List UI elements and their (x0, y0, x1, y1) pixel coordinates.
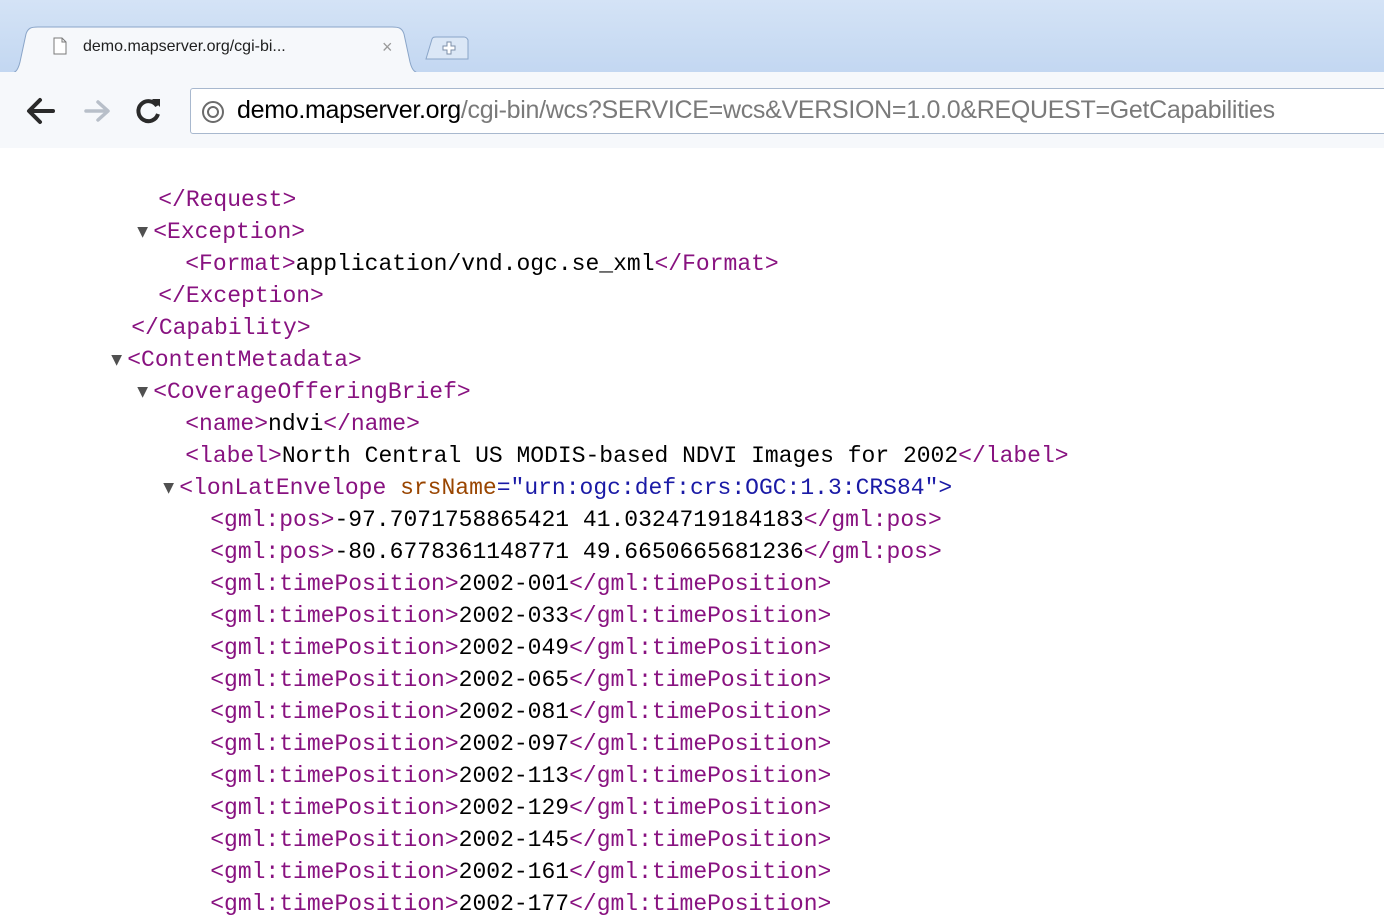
xml-line: ▼ <CoverageOfferingBrief> (82, 344, 470, 405)
xml-line: <gml:timePosition>2002-001</gml:timePosi… (155, 536, 831, 597)
xml-line: <gml:pos>-80.6778361148771 49.6650665681… (155, 504, 942, 565)
xml-line: <gml:timePosition>2002-193</gml:timePosi… (155, 888, 831, 915)
xml-line: </Capability> (76, 280, 310, 341)
xml-line: ▼ <ContentMetadata> (56, 312, 362, 373)
xml-line: <gml:timePosition>2002-177</gml:timePosi… (155, 856, 831, 915)
reload-icon[interactable] (132, 94, 164, 126)
page-icon (53, 37, 67, 55)
xml-line: ▼ <Exception> (82, 184, 305, 245)
xml-tag: </Format> (654, 251, 779, 277)
site-info-icon[interactable] (201, 100, 225, 124)
xml-line: <gml:timePosition>2002-065</gml:timePosi… (155, 632, 831, 693)
url-path: /cgi-bin/wcs?SERVICE=wcs&VERSION=1.0.0&R… (460, 96, 1275, 124)
address-bar[interactable]: demo.mapserver.org/cgi-bin/wcs?SERVICE=w… (190, 88, 1384, 134)
xml-tree-view: </Request> ▼ <Exception> <Format>applicat… (0, 148, 1384, 915)
back-arrow-icon[interactable] (26, 96, 56, 126)
xml-line: <gml:timePosition>2002-145</gml:timePosi… (155, 792, 831, 853)
xml-line: <gml:timePosition>2002-129</gml:timePosi… (155, 760, 831, 821)
xml-line: <name>ndvi</name> (130, 376, 420, 437)
xml-line: <label>North Central US MODIS-based NDVI… (130, 408, 1068, 469)
url-host: demo.mapserver.org (237, 96, 461, 124)
xml-line: <gml:timePosition>2002-049</gml:timePosi… (155, 600, 831, 661)
xml-text: application/vnd.ogc.se_xml (295, 251, 655, 277)
xml-line: <gml:timePosition>2002-033</gml:timePosi… (155, 568, 831, 629)
forward-arrow-icon[interactable] (83, 98, 111, 124)
xml-line: <Format>application/vnd.ogc.se_xml</Form… (130, 216, 779, 277)
xml-line: ▼ <lonLatEnvelope srsName="urn:ogc:def:cr… (108, 440, 952, 501)
xml-line: <gml:timePosition>2002-113</gml:timePosi… (155, 728, 831, 789)
xml-line: </Request> (103, 152, 296, 213)
xml-line: <gml:timePosition>2002-081</gml:timePosi… (155, 664, 831, 725)
tab-close-icon[interactable]: × (382, 37, 393, 58)
url-text[interactable]: demo.mapserver.org/cgi-bin/wcs?SERVICE=w… (237, 96, 1275, 125)
tab-title: demo.mapserver.org/cgi-bi... (83, 38, 286, 55)
xml-tag: </label> (958, 443, 1069, 469)
xml-line: <gml:timePosition>2002-161</gml:timePosi… (155, 824, 831, 885)
xml-line: </Exception> (103, 248, 324, 309)
xml-line: <gml:pos>-97.7071758865421 41.0324719184… (155, 472, 942, 533)
xml-line: <gml:timePosition>2002-097</gml:timePosi… (155, 696, 831, 757)
new-tab-icon[interactable] (424, 36, 470, 60)
